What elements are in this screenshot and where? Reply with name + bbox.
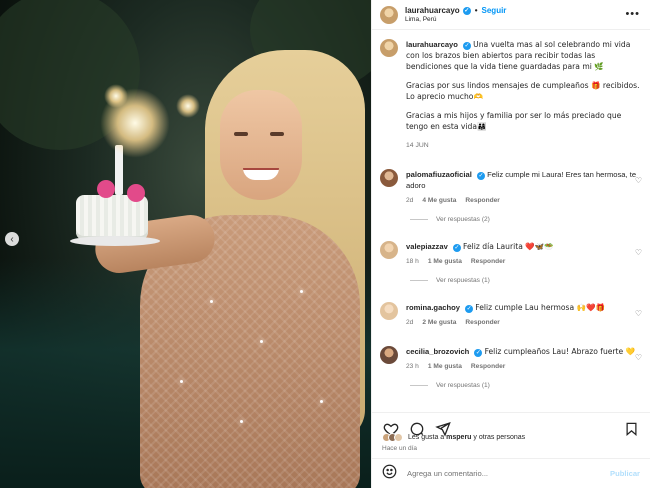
- caption: laurahuarcayo ✓ Una vuelta mas al sol ce…: [380, 39, 642, 151]
- face: [220, 90, 302, 200]
- verified-icon: ✓: [463, 42, 472, 50]
- post-age[interactable]: Hace un día: [382, 445, 417, 452]
- sequin-glint: [320, 400, 323, 403]
- comment-username[interactable]: romina.gachoy: [406, 303, 460, 312]
- comment-text: Feliz cumpleaños Lau! Abrazo fuerte 💛: [484, 347, 636, 356]
- comment-time[interactable]: 18 h: [406, 256, 419, 267]
- comment-meta: 2d 4 Me gusta Responder: [406, 195, 642, 206]
- avatar[interactable]: [380, 5, 398, 24]
- caption-paragraph: Gracias a mis hijos y familia por ser lo…: [406, 111, 622, 131]
- comments-list[interactable]: laurahuarcayo ✓ Una vuelta mas al sol ce…: [372, 31, 650, 412]
- header-user: laurahuarcayo ✓ • Seguir Lima, Perú: [405, 6, 506, 23]
- comment-text: Feliz día Laurita ❤️🦋🥗: [463, 242, 554, 251]
- comment-time[interactable]: 2d: [406, 195, 413, 206]
- username[interactable]: laurahuarcayo: [405, 6, 460, 15]
- verified-icon: ✓: [462, 6, 471, 15]
- post-photo[interactable]: ‹: [0, 0, 371, 488]
- publish-button[interactable]: Publicar: [610, 469, 640, 478]
- heart-icon[interactable]: ♡: [635, 353, 642, 362]
- sequin-glint: [210, 300, 213, 303]
- comment-username[interactable]: valepiazzav: [406, 242, 448, 251]
- reply-button[interactable]: Responder: [471, 361, 505, 372]
- caption-username[interactable]: laurahuarcayo: [406, 40, 458, 49]
- post-dialog: ‹ laurahuarcayo ✓ • Seguir Lima, Perú ••…: [0, 0, 650, 488]
- location[interactable]: Lima, Perú: [405, 16, 506, 23]
- avatar[interactable]: [380, 346, 398, 364]
- view-replies-button[interactable]: Ver respuestas (2): [410, 216, 642, 223]
- likes-suffix[interactable]: y otras personas: [473, 434, 525, 441]
- caption-date[interactable]: 14 JUN: [406, 140, 642, 151]
- sequin-glint: [240, 420, 243, 423]
- verified-icon: ✓: [474, 349, 483, 357]
- cake-flower: [127, 184, 145, 202]
- comment-username[interactable]: cecilia_brozovich: [406, 347, 469, 356]
- view-replies-button[interactable]: Ver respuestas (1): [410, 382, 642, 389]
- avatar[interactable]: [380, 302, 398, 320]
- heart-icon[interactable]: ♡: [635, 248, 642, 257]
- caption-text: laurahuarcayo ✓ Una vuelta mas al sol ce…: [406, 39, 642, 151]
- comment-likes[interactable]: 4 Me gusta: [422, 195, 456, 206]
- reply-button[interactable]: Responder: [471, 256, 505, 267]
- comment-time[interactable]: 23 h: [406, 361, 419, 372]
- heart-icon[interactable]: ♡: [635, 309, 642, 318]
- sequin-glint: [260, 340, 263, 343]
- avatar[interactable]: [380, 169, 398, 187]
- avatar[interactable]: [380, 39, 398, 57]
- comment-input[interactable]: Agrega un comentario...: [407, 469, 610, 478]
- sparkler-glow: [104, 84, 128, 108]
- reply-button[interactable]: Responder: [465, 195, 499, 206]
- reply-button[interactable]: Responder: [465, 317, 499, 328]
- sequin-glint: [300, 290, 303, 293]
- add-comment-bar: Agrega un comentario... Publicar: [372, 458, 650, 488]
- comment-likes[interactable]: 1 Me gusta: [428, 361, 462, 372]
- eye: [234, 132, 248, 136]
- follow-button[interactable]: Seguir: [482, 6, 507, 15]
- liker-avatar: [394, 432, 403, 442]
- comment-meta: 23 h 1 Me gusta Responder: [406, 361, 642, 372]
- cake-flower: [97, 180, 115, 198]
- comment-text: Feliz cumple Lau hermosa 🙌❤️🎁: [475, 303, 605, 312]
- comment: romina.gachoy ✓ Feliz cumple Lau hermosa…: [380, 302, 642, 328]
- comment-meta: 18 h 1 Me gusta Responder: [406, 256, 642, 267]
- avatar[interactable]: [380, 241, 398, 259]
- comment-time[interactable]: 2d: [406, 317, 413, 328]
- comment-username[interactable]: palomafiuzaoficial: [406, 170, 472, 179]
- likes-prefix: Les gusta a: [408, 433, 445, 441]
- sequin-glint: [180, 380, 183, 383]
- caption-paragraph: Gracias por sus lindos mensajes de cumpl…: [406, 81, 640, 101]
- post-sidebar: laurahuarcayo ✓ • Seguir Lima, Perú ••• …: [371, 0, 650, 488]
- comment: cecilia_brozovich ✓ Feliz cumpleaños Lau…: [380, 346, 642, 372]
- sparkler-glow: [176, 94, 200, 118]
- comment-likes[interactable]: 2 Me gusta: [422, 317, 456, 328]
- eye: [270, 132, 284, 136]
- verified-icon: ✓: [465, 305, 474, 313]
- more-icon[interactable]: •••: [625, 8, 640, 20]
- likes-summary: Les gusta a msperu y otras personas: [372, 431, 650, 443]
- comment-likes[interactable]: 1 Me gusta: [428, 256, 462, 267]
- post-header: laurahuarcayo ✓ • Seguir Lima, Perú •••: [372, 0, 650, 30]
- comment: palomafiuzaoficial ✓ Feliz cumple mi Lau…: [380, 169, 642, 206]
- separator-dot: •: [474, 6, 478, 15]
- verified-icon: ✓: [452, 244, 461, 252]
- view-replies-button[interactable]: Ver respuestas (1): [410, 277, 642, 284]
- liker-username[interactable]: msperu: [446, 434, 471, 441]
- carousel-prev-icon[interactable]: ‹: [5, 232, 19, 246]
- heart-icon[interactable]: ♡: [635, 176, 642, 185]
- emoji-icon[interactable]: [382, 464, 397, 484]
- verified-icon: ✓: [476, 172, 485, 180]
- comment-meta: 2d 2 Me gusta Responder: [406, 317, 642, 328]
- cake-plate: [70, 236, 160, 246]
- comment: valepiazzav ✓ Feliz día Laurita ❤️🦋🥗 18 …: [380, 241, 642, 267]
